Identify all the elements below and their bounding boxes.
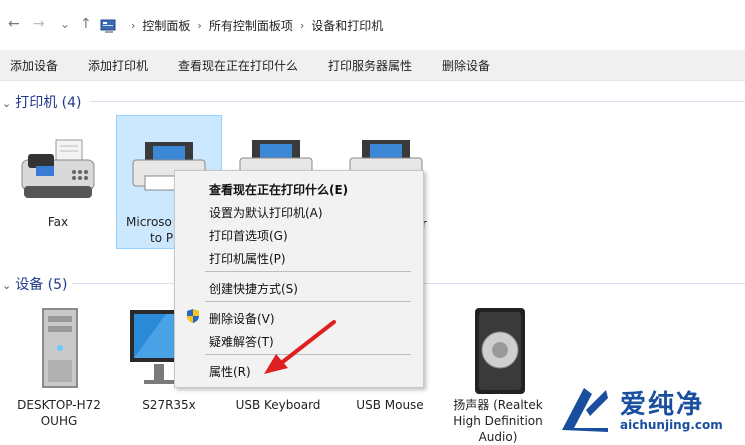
address-bar: ← → ⌄ ↑ › 控制面板 › 所有控制面板项 › 设备和打印机 xyxy=(0,0,745,51)
menu-item-set-default[interactable]: 设置为默认打印机(A) xyxy=(209,204,323,221)
watermark-title: 爱纯净 xyxy=(620,390,705,420)
breadcrumb-all-items[interactable]: 所有控制面板项 xyxy=(209,17,293,34)
device-label: USB Mouse xyxy=(356,398,424,412)
remove-device-button[interactable]: 删除设备 xyxy=(442,57,490,74)
computer-tower-icon xyxy=(42,308,78,388)
device-label-line2: OUHG xyxy=(40,414,78,428)
breadcrumb-separator-icon[interactable]: › xyxy=(197,19,201,32)
fax-icon xyxy=(21,139,95,198)
device-label-line3: Audio) xyxy=(478,430,518,444)
device-label: USB Keyboard xyxy=(235,398,321,412)
breadcrumb-devices-printers[interactable]: 设备和打印机 xyxy=(311,17,383,34)
add-printer-button[interactable]: 添加打印机 xyxy=(88,57,148,74)
devices-group-header[interactable]: ⌄ 设备 (5) xyxy=(0,274,68,294)
print-server-properties-button[interactable]: 打印服务器属性 xyxy=(328,57,412,74)
printers-group-label: 打印机 (4) xyxy=(15,95,82,111)
address-box[interactable]: › 控制面板 › 所有控制面板项 › 设备和打印机 xyxy=(100,10,745,38)
breadcrumb-control-panel[interactable]: 控制面板 xyxy=(142,17,190,34)
group-divider xyxy=(422,283,745,284)
chevron-down-icon[interactable]: ⌄ xyxy=(2,279,11,292)
devices-group-label: 设备 (5) xyxy=(15,277,68,293)
control-panel-icon xyxy=(100,18,118,34)
watermark: 爱纯净 aichunjing.com xyxy=(556,380,745,439)
annotation-arrow-icon xyxy=(264,320,336,374)
printer-label: Fax xyxy=(47,215,69,229)
shield-icon xyxy=(185,308,201,327)
breadcrumb-separator-icon: › xyxy=(131,19,136,32)
breadcrumb: › 控制面板 › 所有控制面板项 › 设备和打印机 xyxy=(100,17,383,34)
breadcrumb-separator-icon[interactable]: › xyxy=(300,19,304,32)
device-item-desktop[interactable]: DESKTOP-H72 OUHG xyxy=(10,300,108,439)
add-device-button[interactable]: 添加设备 xyxy=(10,57,58,74)
recent-locations-icon[interactable]: ⌄ xyxy=(60,16,70,32)
menu-separator xyxy=(205,271,411,272)
printer-item-fax[interactable]: Fax xyxy=(10,128,106,238)
menu-separator xyxy=(205,301,411,302)
menu-item-properties[interactable]: 属性(R) xyxy=(209,363,251,380)
chevron-down-icon[interactable]: ⌄ xyxy=(2,97,11,110)
device-label: S27R35x xyxy=(142,398,196,412)
device-label: 扬声器 (Realtek xyxy=(453,398,543,412)
watermark-logo-icon xyxy=(562,388,608,432)
group-divider xyxy=(90,101,745,102)
watermark-url: aichunjing.com xyxy=(620,418,723,432)
forward-icon[interactable]: → xyxy=(33,16,45,32)
device-label-line2: High Definition xyxy=(453,414,543,428)
group-divider xyxy=(72,283,174,284)
command-bar: 添加设备 添加打印机 查看现在正在打印什么 打印服务器属性 删除设备 xyxy=(0,50,745,81)
menu-item-printer-properties[interactable]: 打印机属性(P) xyxy=(209,250,286,267)
speaker-icon xyxy=(475,308,525,394)
see-whats-printing-button[interactable]: 查看现在正在打印什么 xyxy=(178,57,298,74)
menu-item-printing-preferences[interactable]: 打印首选项(G) xyxy=(209,227,288,244)
device-label: DESKTOP-H72 xyxy=(17,398,101,412)
back-icon[interactable]: ← xyxy=(8,16,20,32)
menu-item-see-whats-printing[interactable]: 查看现在正在打印什么(E) xyxy=(209,181,348,198)
up-icon[interactable]: ↑ xyxy=(80,16,92,32)
printers-group-header[interactable]: ⌄ 打印机 (4) xyxy=(0,92,82,112)
device-item-speaker[interactable]: 扬声器 (Realtek High Definition Audio) xyxy=(446,300,550,444)
menu-item-create-shortcut[interactable]: 创建快捷方式(S) xyxy=(209,280,298,297)
